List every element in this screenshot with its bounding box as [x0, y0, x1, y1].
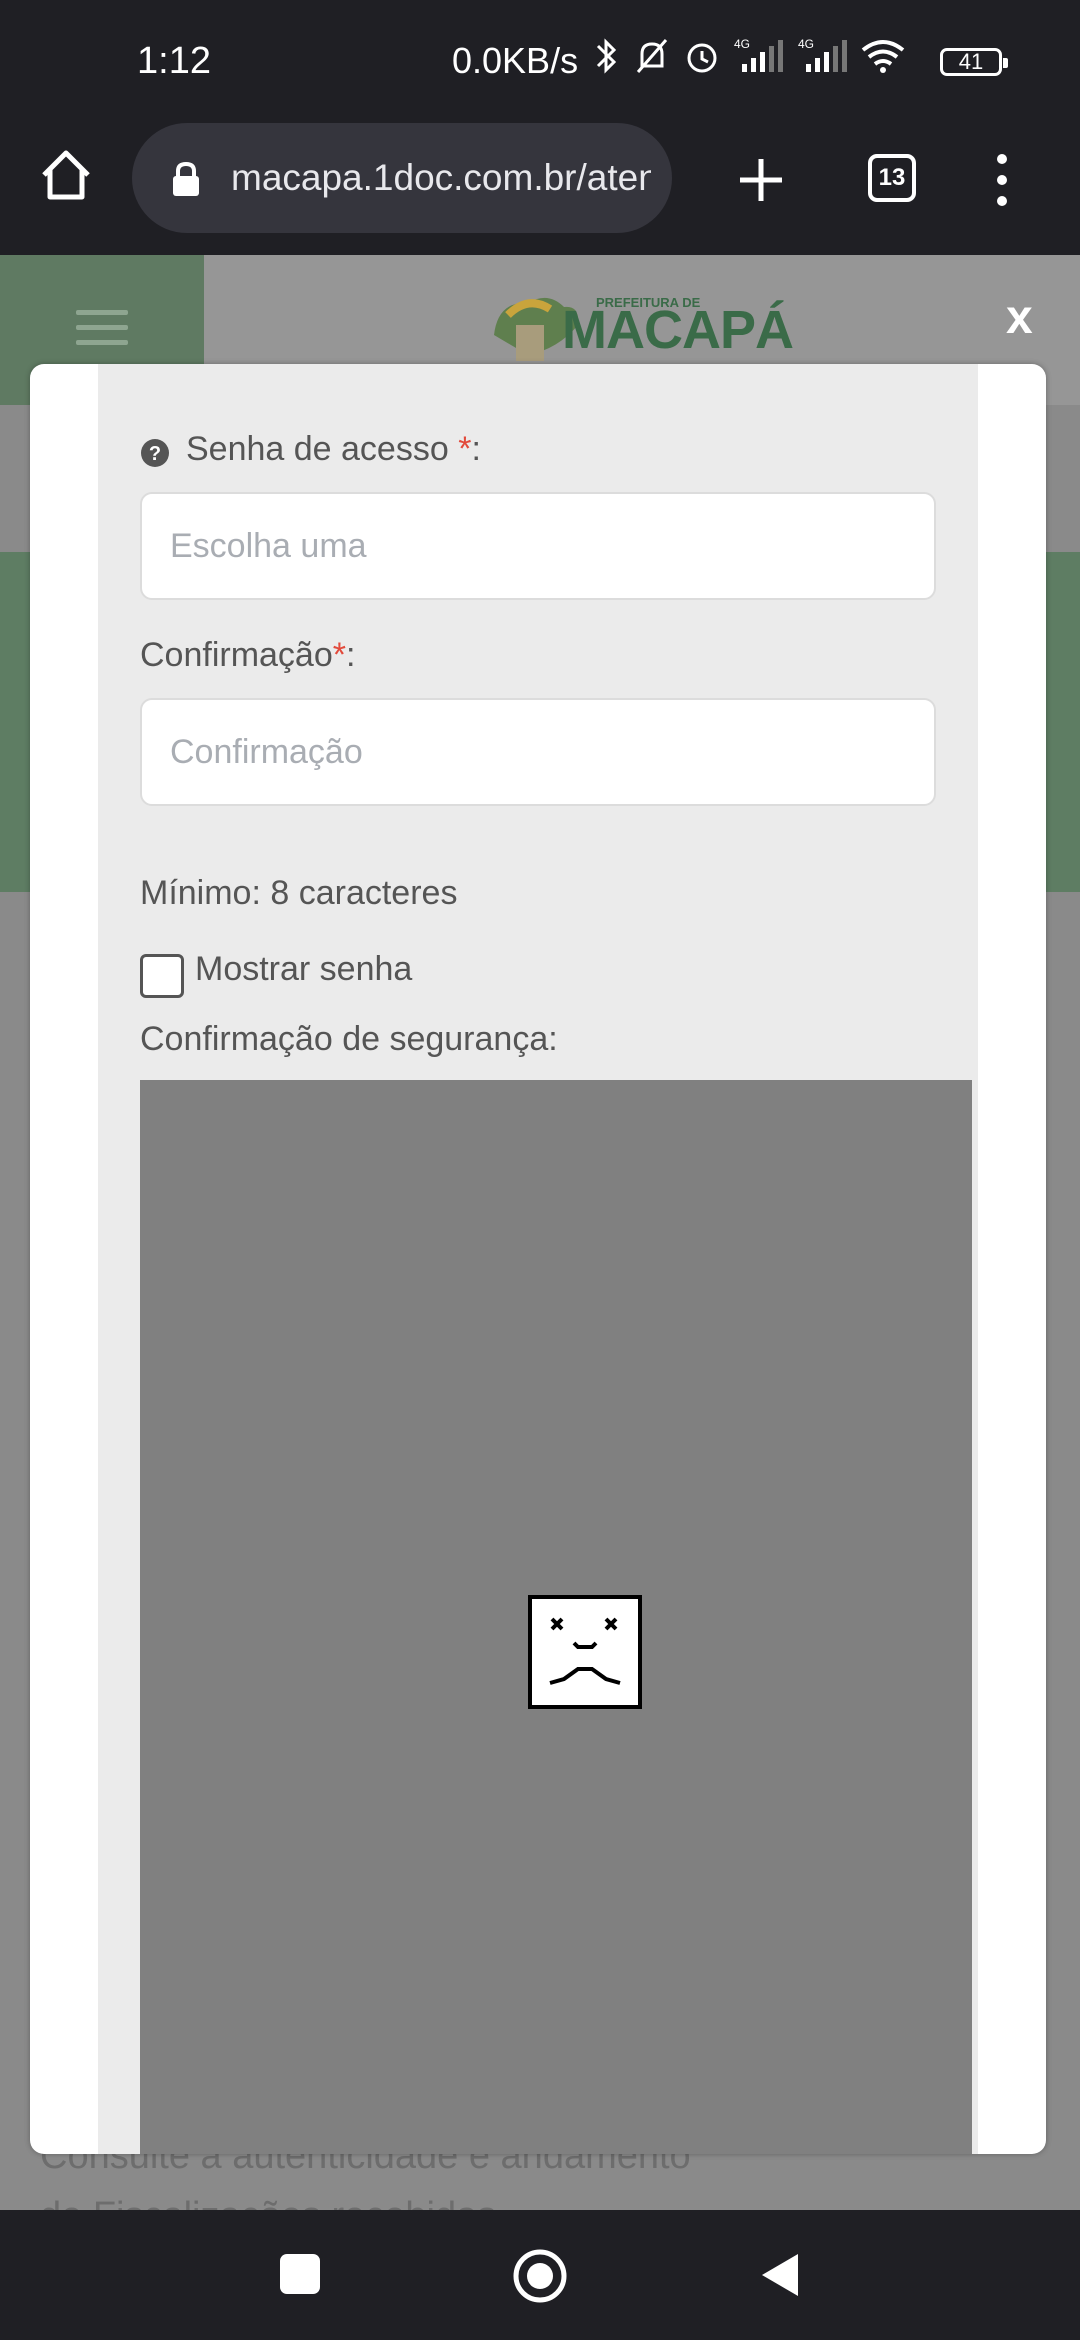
system-nav-bar [0, 2210, 1080, 2340]
browser-toolbar: macapa.1doc.com.br/atendimento 13 [0, 123, 1080, 255]
captcha-frame[interactable] [140, 1080, 972, 2154]
password-input[interactable]: Escolha uma [140, 492, 936, 600]
new-tab-icon[interactable] [736, 155, 786, 205]
bell-off-icon [636, 39, 668, 73]
address-bar[interactable]: macapa.1doc.com.br/atendimento [132, 123, 672, 233]
confirm-label: Confirmação*: [140, 636, 355, 675]
broken-page-icon [528, 1595, 642, 1709]
required-mark: * [458, 430, 472, 468]
status-time: 1:12 [137, 40, 211, 82]
status-icons: 4G 4G [592, 36, 906, 76]
back-icon[interactable] [758, 2250, 802, 2300]
modal-close-button[interactable]: x [1006, 290, 1033, 345]
svg-text:?: ? [149, 443, 161, 465]
battery-indicator: 41 [940, 48, 1008, 76]
signup-modal: ? Senha de acesso *: Escolha uma Confirm… [30, 364, 1046, 2154]
more-menu-icon[interactable] [990, 153, 1014, 207]
show-password-checkbox[interactable] [140, 954, 184, 998]
confirm-password-input[interactable]: Confirmação [140, 698, 936, 806]
page-text-line: de Fiscalizações recebidas [40, 2195, 496, 2210]
required-mark: * [332, 636, 346, 674]
lock-icon [173, 161, 199, 196]
password-label-text: Senha de acesso [186, 430, 449, 468]
recent-apps-icon[interactable] [280, 2254, 320, 2294]
home-icon[interactable] [38, 147, 94, 203]
logo-text: MACAPÁ [562, 300, 794, 360]
show-password-label[interactable]: Mostrar senha [195, 950, 412, 989]
home-circle-icon[interactable] [512, 2248, 568, 2304]
label-colon: : [345, 636, 356, 674]
url-text[interactable]: macapa.1doc.com.br/atendimento [231, 153, 651, 203]
bluetooth-icon [596, 38, 617, 74]
status-bar: 1:12 0.0KB/s 4G 4G 41 [0, 0, 1080, 123]
help-icon[interactable]: ? [140, 438, 170, 468]
security-check-label: Confirmação de segurança: [140, 1020, 558, 1058]
password-label: Senha de acesso *: [186, 430, 481, 469]
password-min-hint: Mínimo: 8 caracteres [140, 874, 458, 912]
confirm-label-text: Confirmação [140, 636, 333, 674]
label-colon: : [471, 430, 481, 468]
wifi-icon [861, 40, 905, 73]
svg-text:4G: 4G [798, 37, 814, 51]
signal-4g-icon: 4G [798, 37, 847, 72]
alarm-icon [687, 43, 717, 73]
svg-text:4G: 4G [734, 37, 750, 51]
network-speed: 0.0KB/s [452, 40, 579, 81]
signal-4g-icon: 4G [734, 37, 783, 72]
tab-switcher-button[interactable]: 13 [868, 154, 916, 202]
